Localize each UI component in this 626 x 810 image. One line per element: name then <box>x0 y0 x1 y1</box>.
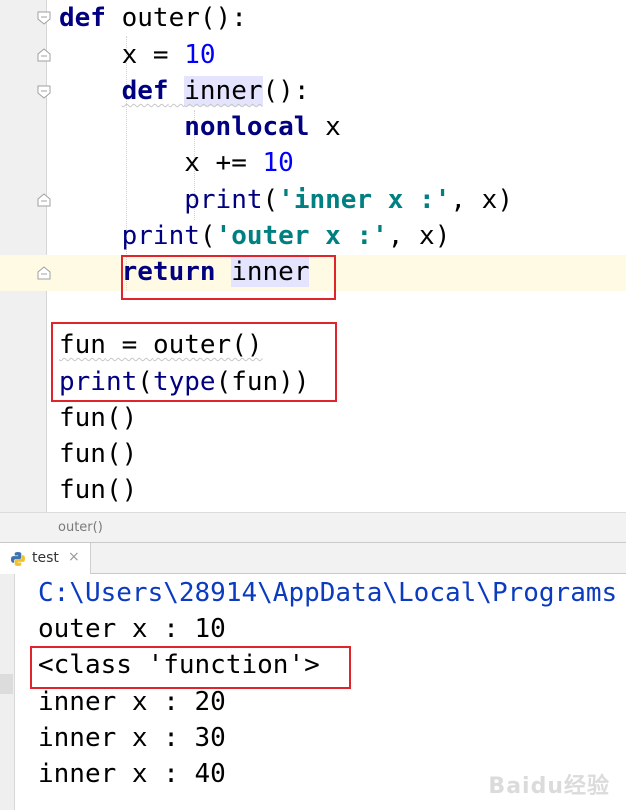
highlight-box-return <box>121 255 336 300</box>
function-name-token: inner <box>184 76 263 106</box>
breadcrumb-bar: outer() <box>0 512 626 543</box>
builtin-token: print <box>121 221 200 251</box>
code-line[interactable]: fun() <box>59 472 137 508</box>
punctuation-token: (): <box>262 76 310 106</box>
variable-token: x <box>325 112 341 142</box>
fold-collapse-icon[interactable] <box>36 10 52 26</box>
operator-token: += <box>199 148 263 178</box>
number-token: 10 <box>262 148 294 178</box>
string-token: 'inner x :' <box>278 185 451 215</box>
keyword-token: nonlocal <box>184 112 310 142</box>
code-line[interactable]: def outer(): <box>59 0 247 36</box>
code-line[interactable]: fun() <box>59 436 137 472</box>
highlight-box-fun-call <box>51 322 337 402</box>
run-tool-tabbar: test × <box>0 542 626 574</box>
fold-end-icon[interactable] <box>36 192 52 208</box>
punctuation-token: (): <box>199 3 247 33</box>
variable-token: x <box>184 148 200 178</box>
code-line[interactable]: x = 10 <box>59 37 216 73</box>
code-editor[interactable]: def outer(): x = 10 def inner(): nonloca… <box>0 0 626 512</box>
operator-token: = <box>137 40 185 70</box>
punctuation-token: , x) <box>387 221 451 251</box>
code-line[interactable]: fun() <box>59 400 137 436</box>
punctuation-token: , x) <box>450 185 513 215</box>
keyword-token: def <box>59 3 106 33</box>
console-line: inner x : 30 <box>38 723 226 753</box>
string-token: 'outer x :' <box>215 221 388 251</box>
watermark: Baidu经验 <box>488 774 610 799</box>
console-line: inner x : 40 <box>38 759 226 789</box>
keyword-token: def <box>121 76 169 106</box>
code-line[interactable]: nonlocal x <box>59 109 341 145</box>
function-name-token: outer <box>121 3 200 33</box>
tab-test[interactable]: test × <box>0 543 91 574</box>
variable-token: x <box>121 40 138 70</box>
fold-collapse-icon[interactable] <box>36 84 52 100</box>
fold-end-icon[interactable] <box>36 47 52 63</box>
code-line[interactable]: def inner(): <box>59 73 310 109</box>
number-token: 10 <box>184 40 216 70</box>
console-line-command: C:\Users\28914\AppData\Local\Programs <box>38 578 618 608</box>
punctuation-token: ( <box>262 185 279 215</box>
python-icon <box>11 552 25 566</box>
code-line[interactable]: print('inner x :', x) <box>59 182 513 218</box>
punctuation-token: ( <box>199 221 216 251</box>
console-line: outer x : 10 <box>38 614 226 644</box>
code-line[interactable]: print('outer x :', x) <box>59 218 451 254</box>
close-icon[interactable]: × <box>68 549 80 565</box>
console-toolbar <box>0 574 15 810</box>
fold-end-icon[interactable] <box>36 265 52 281</box>
tab-label: test <box>32 550 59 566</box>
code-line[interactable]: x += 10 <box>59 145 294 181</box>
run-console[interactable]: C:\Users\28914\AppData\Local\Programs ou… <box>0 574 626 810</box>
builtin-token: print <box>184 185 263 215</box>
soft-wrap-button[interactable] <box>0 674 13 694</box>
highlight-box-class-output <box>30 646 351 689</box>
breadcrumb[interactable]: outer() <box>58 520 103 535</box>
console-line: inner x : 20 <box>38 687 226 717</box>
